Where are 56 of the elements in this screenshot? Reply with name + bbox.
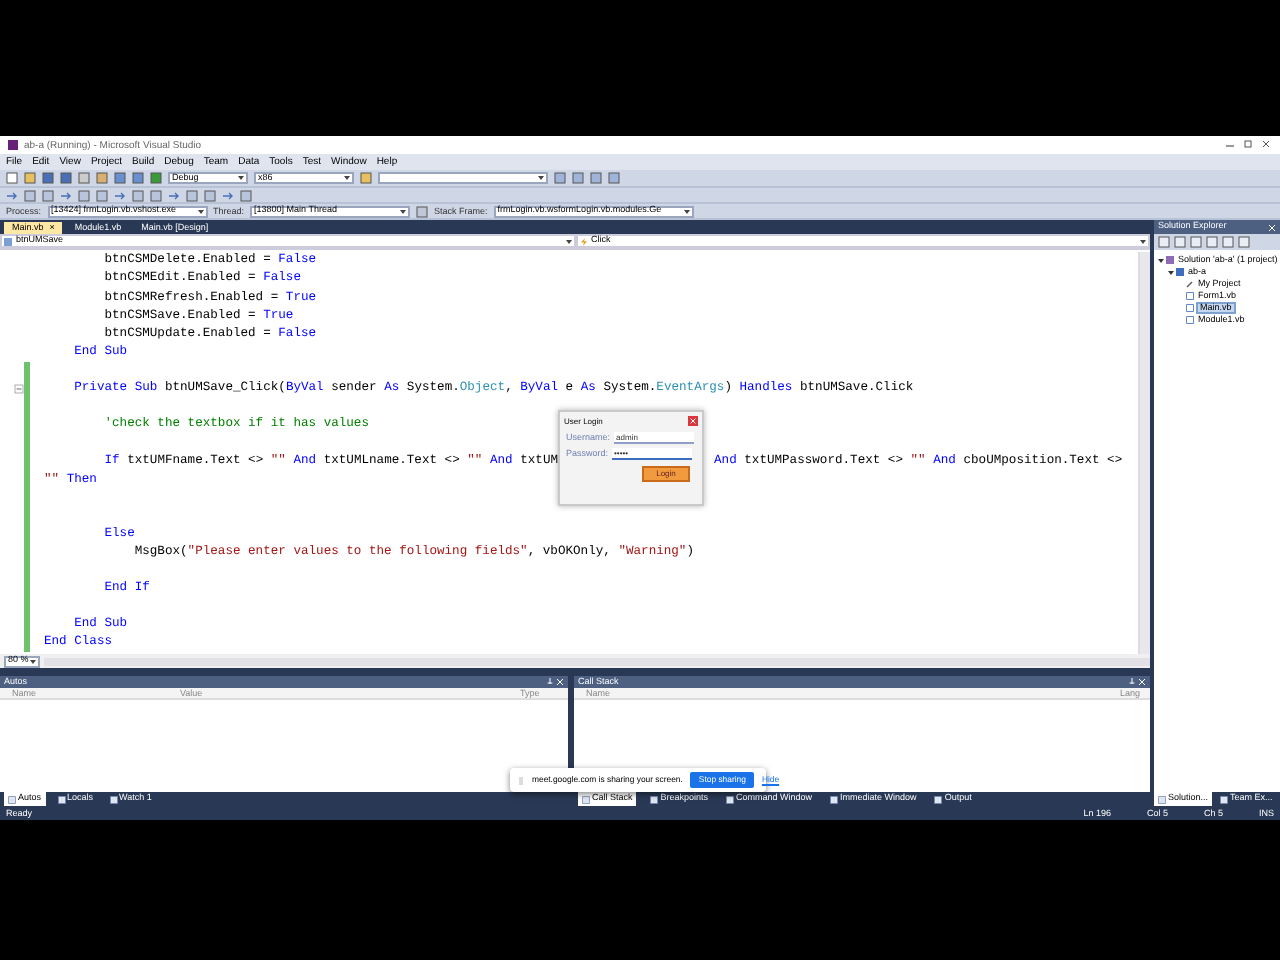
caret-icon — [197, 209, 204, 213]
minimize-icon[interactable] — [1224, 140, 1236, 150]
square-icon[interactable] — [1238, 236, 1250, 248]
square-icon[interactable] — [1158, 236, 1170, 248]
grip-icon — [518, 775, 524, 785]
window-icon — [1220, 795, 1229, 803]
caret-icon — [538, 176, 544, 180]
square-icon[interactable] — [1222, 236, 1234, 248]
find-field[interactable] — [378, 172, 548, 184]
close-icon[interactable] — [1260, 140, 1272, 150]
arrow-icon[interactable] — [222, 189, 234, 201]
square-icon[interactable] — [132, 189, 144, 201]
scrollbar[interactable] — [1138, 252, 1150, 654]
window-icon — [1158, 795, 1166, 803]
expanded-arrow-icon[interactable] — [1158, 257, 1164, 263]
lightning-icon — [579, 237, 587, 245]
window-icon — [57, 795, 66, 803]
square-icon[interactable] — [204, 189, 216, 201]
window-icon — [8, 795, 16, 803]
app-icon — [8, 140, 18, 150]
caret-icon — [400, 209, 407, 213]
square-icon[interactable] — [1206, 236, 1218, 248]
square-icon[interactable] — [150, 189, 162, 201]
arrow-icon[interactable] — [6, 189, 18, 201]
square-icon[interactable] — [78, 189, 90, 201]
expanded-arrow-icon[interactable] — [1168, 269, 1174, 275]
caret-icon — [238, 176, 244, 180]
solution-icon — [1166, 256, 1174, 264]
square-icon[interactable] — [240, 189, 252, 201]
square-icon[interactable] — [1190, 236, 1202, 248]
scrollbar[interactable] — [44, 657, 1150, 665]
caret-icon — [565, 239, 571, 243]
square-icon[interactable] — [1174, 236, 1186, 248]
arrow-icon[interactable] — [168, 189, 180, 201]
component-icon — [4, 237, 12, 245]
window-icon — [650, 795, 659, 803]
square-icon[interactable] — [186, 189, 198, 201]
caret-icon — [30, 659, 37, 663]
arrow-icon[interactable] — [60, 189, 72, 201]
arrow-icon[interactable] — [114, 189, 126, 201]
square-icon[interactable] — [24, 189, 36, 201]
window-icon — [109, 795, 118, 803]
project-icon — [1176, 268, 1184, 276]
caret-icon — [683, 209, 690, 213]
window-icon — [934, 795, 943, 803]
window-icon — [582, 795, 590, 803]
square-icon[interactable] — [42, 189, 54, 201]
window-icon — [726, 795, 735, 803]
square-icon[interactable] — [96, 189, 108, 201]
pin-icon[interactable] — [546, 678, 554, 686]
window-icon — [830, 795, 839, 803]
caret-icon — [344, 176, 350, 180]
collapse-icon[interactable] — [14, 383, 24, 394]
maximize-icon[interactable] — [1242, 140, 1254, 150]
caret-icon — [1140, 239, 1146, 243]
pin-icon[interactable] — [1128, 678, 1136, 686]
